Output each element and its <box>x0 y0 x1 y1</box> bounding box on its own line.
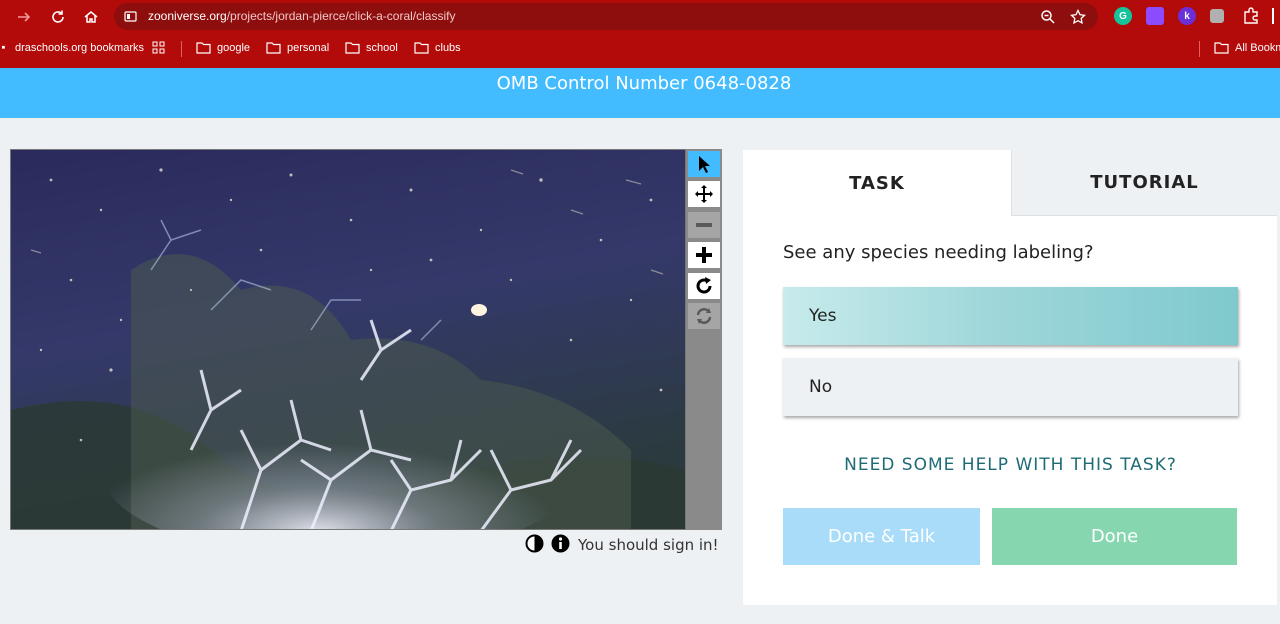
reset-icon <box>696 308 712 324</box>
zoom-icon[interactable] <box>1040 9 1056 25</box>
zoom-in-icon <box>696 247 712 263</box>
forward-button[interactable] <box>11 4 37 30</box>
folder-icon <box>1214 42 1229 54</box>
bookmark-star-icon[interactable] <box>1070 9 1086 25</box>
pointer-icon <box>699 156 710 173</box>
extension-gray-icon[interactable] <box>1210 9 1224 23</box>
reset-button[interactable] <box>688 303 720 329</box>
folder-icon <box>196 42 211 54</box>
tab-tutorial[interactable]: TUTORIAL <box>1011 150 1277 216</box>
bookmark-separator <box>181 41 182 57</box>
grid-icon <box>152 41 165 54</box>
need-help-link[interactable]: NEED SOME HELP WITH THIS TASK? <box>783 455 1238 475</box>
puzzle-icon[interactable] <box>1242 7 1260 25</box>
browser-chrome: zooniverse.org/projects/jordan-pierce/cl… <box>0 0 1280 68</box>
folder-icon <box>414 42 429 54</box>
reload-button[interactable] <box>45 4 71 30</box>
extension-purple-icon[interactable] <box>1146 7 1164 25</box>
bookmark-folder-google[interactable]: google <box>196 41 250 54</box>
move-tool-button[interactable] <box>688 181 720 207</box>
zoom-out-button[interactable] <box>688 212 720 238</box>
bookmark-folder-clubs[interactable]: clubs <box>414 41 461 54</box>
done-and-talk-button[interactable]: Done & Talk <box>783 508 980 565</box>
move-icon <box>695 185 713 203</box>
zoom-out-icon <box>696 223 712 227</box>
bookmark-folder-school[interactable]: school <box>345 41 398 54</box>
url-text: zooniverse.org/projects/jordan-pierce/cl… <box>148 9 456 23</box>
task-panel: TASK TUTORIAL See any species needing la… <box>743 150 1277 605</box>
grammarly-icon[interactable]: G <box>1114 7 1132 25</box>
answer-no[interactable]: No <box>783 358 1238 416</box>
omb-banner: OMB Control Number 0648-0828 <box>0 68 1280 118</box>
arrow-right-icon <box>18 12 31 22</box>
home-icon <box>84 11 98 23</box>
subject-image[interactable] <box>10 149 686 530</box>
menu-divider <box>1272 8 1274 24</box>
sign-in-prompt: You should sign in! <box>578 536 719 554</box>
zoom-in-button[interactable] <box>688 242 720 268</box>
address-bar-row: zooniverse.org/projects/jordan-pierce/cl… <box>0 0 1280 33</box>
reload-icon <box>52 10 64 23</box>
folder-icon <box>266 42 281 54</box>
bookmark-separator <box>1199 41 1200 57</box>
coral-underwater-image <box>11 150 685 529</box>
task-question: See any species needing labeling? <box>783 242 1094 263</box>
pointer-tool-button[interactable] <box>688 151 720 177</box>
omb-control-number: OMB Control Number 0648-0828 <box>496 73 792 94</box>
bookmark-grid[interactable] <box>152 41 165 54</box>
answer-yes[interactable]: Yes <box>783 287 1238 345</box>
viewer-meta: You should sign in! <box>523 534 723 556</box>
home-button[interactable] <box>78 4 104 30</box>
info-icon[interactable] <box>551 534 570 553</box>
done-button[interactable]: Done <box>992 508 1237 565</box>
rotate-button[interactable] <box>688 273 720 299</box>
rotate-icon <box>696 277 712 294</box>
bookmark-draschools[interactable]: draschools.org bookmarks <box>2 41 144 54</box>
tab-task[interactable]: TASK <box>743 150 1011 216</box>
bookmarks-bar: draschools.org bookmarks google personal… <box>0 37 1280 61</box>
bookmark-apps-icon <box>2 45 5 49</box>
extension-k-icon[interactable]: k <box>1178 7 1196 25</box>
bookmark-folder-personal[interactable]: personal <box>266 41 329 54</box>
omnibox[interactable]: zooniverse.org/projects/jordan-pierce/cl… <box>114 3 1098 30</box>
viewer-toolbar <box>686 149 722 530</box>
bookmark-folder-all[interactable]: All Bookm <box>1214 41 1280 54</box>
folder-icon <box>345 42 360 54</box>
invert-contrast-icon[interactable] <box>525 534 544 553</box>
site-info-icon <box>124 11 137 22</box>
